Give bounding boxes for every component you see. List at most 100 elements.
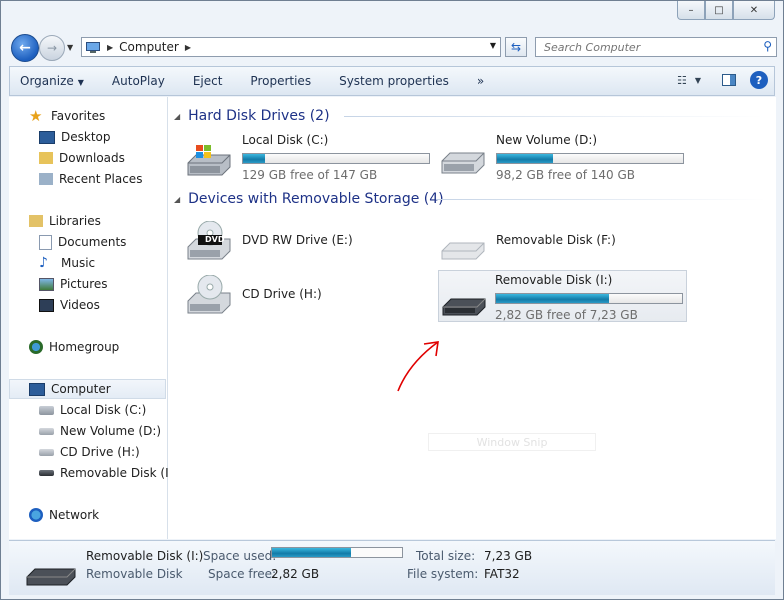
- maximize-button[interactable]: □: [705, 1, 733, 20]
- address-bar[interactable]: ▶ Computer ▶ ▼: [81, 37, 501, 57]
- autoplay-button[interactable]: AutoPlay: [98, 74, 179, 88]
- breadcrumb-separator-icon[interactable]: ▶: [107, 43, 113, 52]
- nav-desktop[interactable]: Desktop: [39, 127, 111, 147]
- address-dropdown-icon[interactable]: ▼: [490, 41, 496, 50]
- space-used-bar: [271, 547, 403, 558]
- nav-downloads[interactable]: Downloads: [39, 148, 125, 168]
- search-icon[interactable]: ⚲: [763, 39, 772, 53]
- space-used-label: Space used:: [203, 549, 277, 563]
- capacity-bar: [496, 153, 684, 164]
- refresh-icon: ⇆: [510, 40, 522, 54]
- drive-name: DVD RW Drive (E:): [242, 233, 353, 247]
- hard-drive-icon: [39, 427, 54, 435]
- back-button[interactable]: ←: [11, 34, 39, 62]
- properties-button[interactable]: Properties: [236, 74, 325, 88]
- libraries-icon: [29, 215, 43, 227]
- documents-icon: [39, 234, 52, 250]
- cd-drive-icon: [187, 275, 231, 314]
- nav-network[interactable]: Network: [29, 505, 99, 525]
- nav-favorites[interactable]: ★ Favorites: [29, 106, 105, 126]
- help-button[interactable]: ?: [750, 71, 768, 89]
- refresh-button[interactable]: ⇆: [505, 37, 527, 57]
- explorer-window: – □ ✕ ← → ▼ ▶ Computer ▶ ▼ ⇆ ⚲ Organize▼…: [0, 0, 784, 600]
- minimize-button[interactable]: –: [677, 1, 705, 20]
- nav-pictures[interactable]: Pictures: [39, 274, 108, 294]
- breadcrumb-separator-icon[interactable]: ▶: [185, 43, 191, 52]
- drive-tile-h[interactable]: CD Drive (H:): [178, 269, 430, 321]
- nav-homegroup[interactable]: Homegroup: [29, 337, 119, 357]
- drive-tile-e[interactable]: DVD DVD RW Drive (E:): [178, 215, 430, 267]
- nav-label: Music: [61, 256, 96, 270]
- drive-name: Removable Disk (F:): [496, 233, 616, 247]
- chevron-down-icon: ▼: [77, 78, 84, 87]
- change-view-button[interactable]: ☷ ▼: [677, 72, 701, 88]
- collapse-icon[interactable]: ◢: [174, 195, 180, 204]
- nav-new-volume-d[interactable]: New Volume (D:): [39, 421, 161, 441]
- nav-label: Favorites: [51, 109, 106, 123]
- drive-tile-c[interactable]: Local Disk (C:) 129 GB free of 147 GB: [178, 131, 430, 183]
- more-commands-button[interactable]: »: [463, 74, 498, 88]
- drive-name: Local Disk (C:): [242, 133, 329, 147]
- details-drive-type: Removable Disk: [86, 567, 183, 581]
- nav-label: Pictures: [60, 277, 108, 291]
- capacity-fill: [496, 294, 610, 303]
- collapse-icon[interactable]: ◢: [174, 112, 180, 121]
- capacity-bar: [242, 153, 430, 164]
- group-divider: [344, 116, 764, 117]
- nav-label: Documents: [58, 235, 127, 249]
- organize-button[interactable]: Organize ▼: [10, 74, 98, 88]
- total-size-value: 7,23 GB: [484, 549, 533, 563]
- eject-button[interactable]: Eject: [179, 74, 237, 88]
- file-system-label: File system:: [407, 567, 479, 581]
- navigation-pane: ★ Favorites Desktop Downloads Recent Plac…: [9, 97, 177, 539]
- forward-arrow-icon: →: [46, 41, 58, 55]
- removable-disk-icon: [39, 470, 54, 476]
- search-input[interactable]: [542, 40, 746, 55]
- drive-tile-f[interactable]: Removable Disk (F:): [432, 215, 684, 267]
- close-button[interactable]: ✕: [733, 1, 775, 20]
- drive-tile-i[interactable]: Removable Disk (I:) 2,82 GB free of 7,23…: [438, 270, 687, 322]
- help-icon: ?: [755, 73, 763, 87]
- nav-removable-disk-i[interactable]: Removable Disk (I:): [39, 463, 177, 483]
- free-space-text: 129 GB free of 147 GB: [242, 168, 378, 182]
- group-removable-storage[interactable]: ◢ Devices with Removable Storage (4): [174, 189, 766, 209]
- nav-computer[interactable]: Computer: [9, 379, 166, 399]
- nav-recent-places[interactable]: Recent Places: [39, 169, 142, 189]
- free-space-text: 2,82 GB free of 7,23 GB: [495, 308, 638, 322]
- desktop-icon: [39, 130, 55, 144]
- total-size-label: Total size:: [416, 549, 476, 563]
- back-arrow-icon: ←: [19, 40, 31, 56]
- nav-label: Removable Disk (I:): [60, 466, 178, 480]
- nav-label: Desktop: [61, 130, 111, 144]
- capacity-fill: [497, 154, 553, 163]
- space-free-label: Space free:: [208, 567, 277, 581]
- videos-icon: [39, 298, 54, 312]
- chevron-down-icon[interactable]: ▼: [695, 76, 701, 85]
- breadcrumb-computer[interactable]: Computer: [119, 40, 179, 54]
- nav-videos[interactable]: Videos: [39, 295, 100, 315]
- nav-label: Videos: [60, 298, 100, 312]
- drive-tile-d[interactable]: New Volume (D:) 98,2 GB free of 140 GB: [432, 131, 684, 183]
- navigation-bar: ← → ▼ ▶ Computer ▶ ▼ ⇆ ⚲: [9, 31, 777, 63]
- system-properties-button[interactable]: System properties: [325, 74, 463, 88]
- forward-button[interactable]: →: [39, 35, 65, 61]
- windows-drive-icon: [187, 145, 231, 176]
- nav-label: Recent Places: [59, 172, 143, 186]
- group-hard-disk-drives[interactable]: ◢ Hard Disk Drives (2): [174, 106, 764, 126]
- preview-pane-button[interactable]: [720, 72, 738, 88]
- nav-documents[interactable]: Documents: [39, 232, 126, 252]
- nav-music[interactable]: ♪ Music: [39, 253, 95, 273]
- nav-label: Homegroup: [49, 340, 120, 354]
- drive-name: CD Drive (H:): [242, 287, 322, 301]
- recent-pages-dropdown[interactable]: ▼: [67, 43, 73, 52]
- nav-cd-drive-h[interactable]: CD Drive (H:): [39, 442, 140, 462]
- search-box[interactable]: ⚲: [535, 37, 777, 57]
- downloads-folder-icon: [39, 152, 53, 164]
- nav-local-disk-c[interactable]: Local Disk (C:): [39, 400, 146, 420]
- group-title: Devices with Removable Storage (4): [188, 191, 444, 207]
- group-divider: [436, 199, 766, 200]
- command-bar: Organize ▼ AutoPlay Eject Properties Syst…: [9, 66, 775, 96]
- free-space-text: 98,2 GB free of 140 GB: [496, 168, 635, 182]
- removable-disk-icon: [441, 242, 485, 260]
- nav-libraries[interactable]: Libraries: [29, 211, 101, 231]
